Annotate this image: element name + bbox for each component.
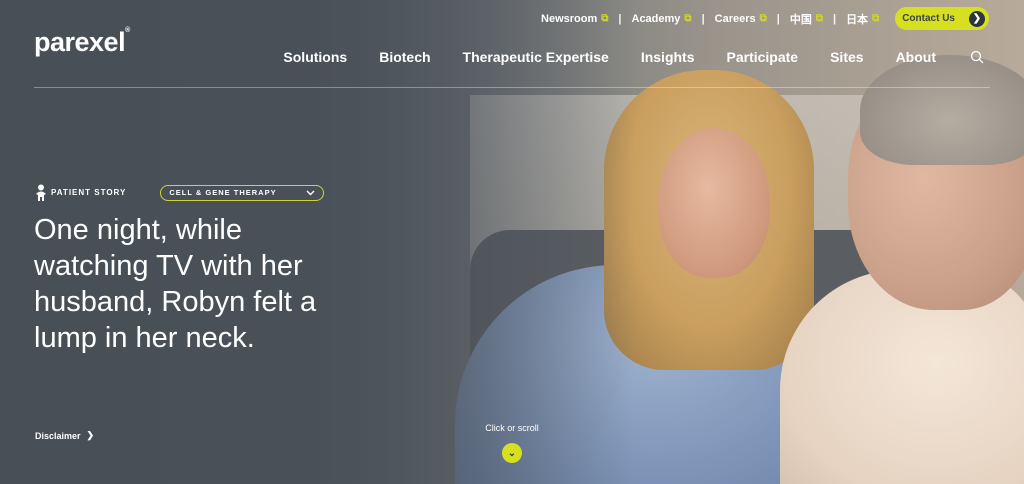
chevron-down-icon[interactable]: ⌄	[502, 443, 522, 463]
story-meta-row: PATIENT STORY CELL & GENE THERAPY	[35, 184, 325, 201]
utility-link-label: 日本	[846, 13, 869, 26]
person-icon	[36, 184, 46, 201]
chevron-down-icon	[306, 190, 315, 195]
disclaimer-label: Disclaimer	[35, 430, 81, 441]
utility-nav: Newsroom ⧉ | Academy ⧉ | Careers ⧉ | 中国 ⧉ | …	[541, 7, 989, 30]
chevron-right-icon: ❯	[86, 430, 95, 440]
utility-link-china[interactable]: 中国 ⧉	[790, 11, 823, 27]
utility-link-japan[interactable]: 日本 ⧉	[846, 11, 879, 27]
logo[interactable]: parexel®	[34, 27, 130, 58]
category-select-value: CELL & GENE THERAPY	[169, 188, 277, 197]
separator: |	[776, 12, 780, 25]
hero-headline: One night, while watching TV with her hu…	[34, 214, 317, 354]
patient-story-eyebrow: PATIENT STORY	[35, 184, 126, 201]
search-icon[interactable]	[970, 50, 984, 64]
external-link-icon: ⧉	[759, 13, 767, 24]
utility-link-label: Careers	[714, 12, 756, 25]
category-select[interactable]: CELL & GENE THERAPY	[160, 184, 325, 201]
utility-link-label: Academy	[631, 12, 681, 25]
chevron-right-icon: ❯	[969, 10, 985, 27]
nav-item-about[interactable]: About	[896, 49, 936, 65]
logo-text: parexel	[34, 27, 126, 57]
scroll-hint-label: Click or scroll	[485, 423, 539, 433]
utility-link-label: 中国	[789, 13, 812, 26]
separator: |	[701, 12, 705, 25]
main-nav: Solutions Biotech Therapeutic Expertise …	[283, 49, 984, 65]
contact-us-button[interactable]: Contact Us ❯	[895, 7, 989, 30]
eyebrow-label: PATIENT STORY	[51, 188, 127, 197]
utility-link-label: Newsroom	[541, 12, 598, 25]
external-link-icon: ⧉	[684, 13, 692, 24]
utility-link-academy[interactable]: Academy ⧉	[632, 13, 692, 25]
nav-item-participate[interactable]: Participate	[727, 49, 799, 65]
disclaimer-link[interactable]: Disclaimer ❯	[35, 430, 94, 441]
scroll-hint[interactable]: Click or scroll ⌄	[484, 423, 540, 463]
header-divider	[34, 87, 990, 88]
registered-mark: ®	[125, 27, 130, 34]
nav-item-sites[interactable]: Sites	[830, 49, 863, 65]
utility-link-newsroom[interactable]: Newsroom ⧉	[541, 13, 608, 25]
nav-item-solutions[interactable]: Solutions	[283, 49, 347, 65]
utility-link-careers[interactable]: Careers ⧉	[715, 13, 767, 25]
nav-item-therapeutic-expertise[interactable]: Therapeutic Expertise	[463, 49, 609, 65]
nav-item-biotech[interactable]: Biotech	[379, 49, 430, 65]
hero-section: parexel® Newsroom ⧉ | Academy ⧉ | Careers ⧉…	[0, 0, 1024, 484]
external-link-icon: ⧉	[872, 13, 880, 24]
nav-item-insights[interactable]: Insights	[641, 49, 695, 65]
separator: |	[618, 12, 622, 25]
external-link-icon: ⧉	[815, 13, 823, 24]
separator: |	[832, 12, 837, 25]
external-link-icon: ⧉	[601, 13, 609, 24]
contact-us-label: Contact Us	[902, 13, 955, 24]
